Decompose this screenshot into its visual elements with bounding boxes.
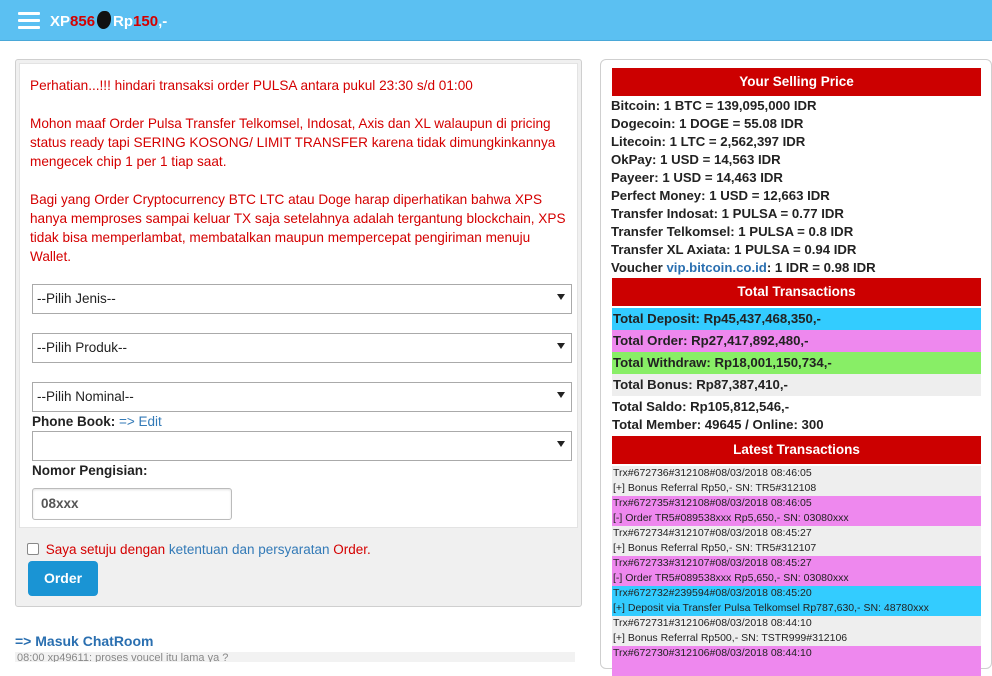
notice-pulsa-hours: Perhatian...!!! hindari transaksi order … [30, 78, 473, 93]
nominal-select[interactable]: --Pilih Nominal-- [32, 382, 572, 412]
brand-xp-value: 856 [70, 13, 96, 30]
price-dogecoin: Dogecoin: 1 DOGE = 55.08 IDR [611, 116, 804, 131]
total-member: Total Member: 49645 / Online: 300 [612, 417, 824, 432]
list-item: Trx#672735#312108#08/03/2018 08:46:05 [-… [612, 496, 981, 526]
total-saldo: Total Saldo: Rp105,812,546,- [612, 399, 790, 414]
order-button[interactable]: Order [28, 561, 98, 596]
phonebook-select[interactable] [32, 431, 572, 461]
chatroom-link[interactable]: => Masuk ChatRoom [15, 633, 153, 649]
chevron-down-icon [557, 441, 565, 447]
latest-transactions-header: Latest Transactions [612, 436, 981, 464]
agree-suffix: Order. [333, 542, 371, 557]
order-form-area: Perhatian...!!! hindari transaksi order … [19, 63, 578, 528]
trx-desc: [-] Order TR5#089538xxx Rp5,650,- SN: 03… [613, 511, 849, 524]
trx-desc: [+] Bonus Referral Rp50,- SN: TR5#312107 [613, 541, 817, 554]
trx-id: Trx#672735#312108#08/03/2018 08:46:05 [613, 497, 812, 509]
price-xl-axiata: Transfer XL Axiata: 1 PULSA = 0.94 IDR [611, 242, 857, 257]
brand-xp: XP [50, 13, 71, 30]
trx-desc: [+] Deposit via Transfer Pulsa Telkomsel… [613, 601, 929, 614]
produk-select[interactable]: --Pilih Produk-- [32, 333, 572, 363]
list-item: Trx#672730#312106#08/03/2018 08:44:10 [612, 646, 981, 676]
top-bar: XP856 Rp150,- [0, 0, 992, 41]
brand-title[interactable]: XP856 Rp150,- [50, 11, 167, 30]
nomor-pengisian-input[interactable]: 08xxx [32, 488, 232, 520]
chevron-down-icon [557, 343, 565, 349]
jenis-select[interactable]: --Pilih Jenis-- [32, 284, 572, 314]
terms-link[interactable]: ketentuan dan persyaratan [169, 542, 330, 557]
trx-id: Trx#672730#312106#08/03/2018 08:44:10 [613, 647, 812, 659]
list-item: Trx#672736#312108#08/03/2018 08:46:05 [+… [612, 466, 981, 496]
trx-id: Trx#672734#312107#08/03/2018 08:45:27 [613, 527, 812, 539]
nomor-placeholder: 08xxx [41, 496, 79, 511]
chat-preview: 08:00 xp49611: proses voucel itu lama ya… [15, 652, 575, 662]
list-item: Trx#672732#239594#08/03/2018 08:45:20 [+… [612, 586, 981, 616]
nominal-select-value: --Pilih Nominal-- [37, 389, 134, 404]
total-order: Total Order: Rp27,417,892,480,- [612, 330, 981, 352]
phonebook-label: Phone Book: => Edit [32, 414, 162, 429]
agree-checkbox[interactable] [27, 543, 39, 555]
brand-rp: Rp [113, 13, 134, 30]
trx-desc: [+] Bonus Referral Rp50,- SN: TR5#312108 [613, 481, 817, 494]
avatar-blob-icon [97, 11, 112, 29]
list-item: Trx#672734#312107#08/03/2018 08:45:27 [+… [612, 526, 981, 556]
list-item: Trx#672731#312106#08/03/2018 08:44:10 [+… [612, 616, 981, 646]
price-voucher: Voucher vip.bitcoin.co.id: 1 IDR = 0.98 … [611, 259, 876, 277]
order-panel: Perhatian...!!! hindari transaksi order … [15, 59, 582, 607]
trx-desc: [-] Order TR5#089538xxx Rp5,650,- SN: 03… [613, 571, 849, 584]
chevron-down-icon [557, 294, 565, 300]
trx-desc: [+] Bonus Referral Rp500,- SN: TSTR999#3… [613, 631, 848, 644]
brand-tail: ,- [158, 13, 168, 30]
list-item: Trx#672733#312107#08/03/2018 08:45:27 [-… [612, 556, 981, 586]
total-deposit: Total Deposit: Rp45,437,468,350,- [612, 308, 981, 330]
brand-rp-value: 150 [133, 13, 159, 30]
terms-agreement: Saya setuju dengan ketentuan dan persyar… [27, 542, 371, 557]
stats-panel: Your Selling Price Bitcoin: 1 BTC = 139,… [600, 59, 992, 676]
total-withdraw: Total Withdraw: Rp18,001,150,734,- [612, 352, 981, 374]
price-litecoin: Litecoin: 1 LTC = 2,562,397 IDR [611, 134, 806, 149]
produk-select-value: --Pilih Produk-- [37, 340, 128, 355]
price-payeer: Payeer: 1 USD = 14,463 IDR [611, 170, 783, 185]
jenis-select-value: --Pilih Jenis-- [37, 291, 116, 306]
voucher-prefix: Voucher [611, 260, 663, 275]
voucher-link[interactable]: vip.bitcoin.co.id [666, 260, 766, 275]
voucher-suffix: : 1 IDR = 0.98 IDR [766, 260, 876, 275]
trx-id: Trx#672731#312106#08/03/2018 08:44:10 [613, 617, 812, 629]
price-okpay: OkPay: 1 USD = 14,563 IDR [611, 152, 781, 167]
selling-price-header: Your Selling Price [612, 68, 981, 96]
phonebook-label-text: Phone Book: [32, 414, 116, 429]
total-bonus: Total Bonus: Rp87,387,410,- [612, 374, 981, 396]
phonebook-edit-link[interactable]: => Edit [119, 414, 162, 429]
notice-pulsa-transfer: Mohon maaf Order Pulsa Transfer Telkomse… [30, 116, 556, 169]
notice-crypto: Bagi yang Order Cryptocurrency BTC LTC a… [30, 192, 566, 264]
trx-id: Trx#672736#312108#08/03/2018 08:46:05 [613, 467, 812, 479]
price-telkomsel: Transfer Telkomsel: 1 PULSA = 0.8 IDR [611, 224, 854, 239]
price-indosat: Transfer Indosat: 1 PULSA = 0.77 IDR [611, 206, 844, 221]
chevron-down-icon [557, 392, 565, 398]
trx-id: Trx#672732#239594#08/03/2018 08:45:20 [613, 587, 812, 599]
price-perfect-money: Perfect Money: 1 USD = 12,663 IDR [611, 188, 830, 203]
nomor-pengisian-label: Nomor Pengisian: [32, 463, 148, 478]
agree-prefix: Saya setuju dengan [45, 542, 166, 557]
trx-id: Trx#672733#312107#08/03/2018 08:45:27 [613, 557, 812, 569]
total-transactions-header: Total Transactions [612, 278, 981, 306]
hamburger-menu-icon[interactable] [18, 12, 40, 29]
price-bitcoin: Bitcoin: 1 BTC = 139,095,000 IDR [611, 98, 817, 113]
